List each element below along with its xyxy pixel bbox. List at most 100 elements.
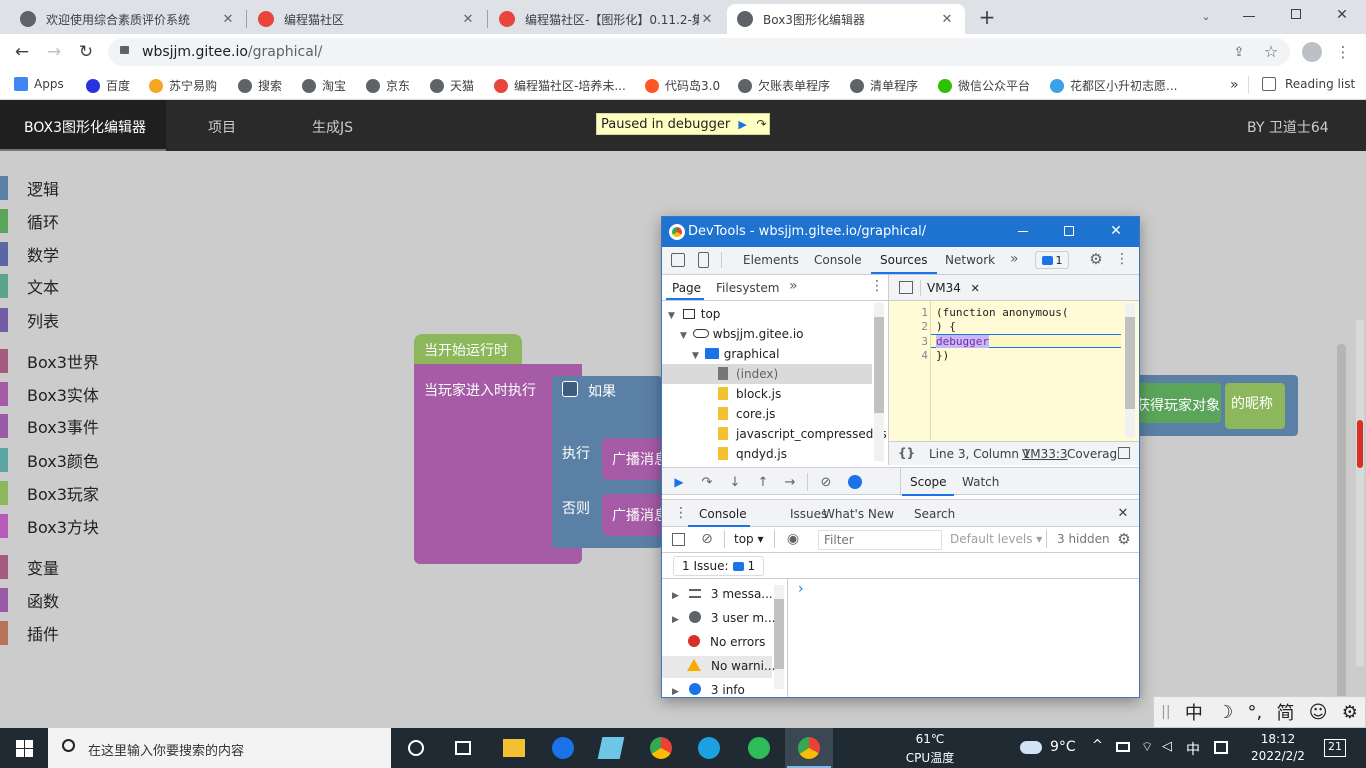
tab-watch[interactable]: Watch bbox=[962, 475, 999, 489]
tree-item-block-js[interactable]: block.js bbox=[718, 387, 781, 401]
windows-start-icon[interactable] bbox=[16, 740, 33, 757]
new-tab-button[interactable]: + bbox=[976, 5, 998, 29]
weather-cloud-icon[interactable] bbox=[1020, 741, 1042, 754]
sidebar-item-messages[interactable]: ▶ 3 messa... bbox=[672, 587, 773, 601]
app-l-icon[interactable] bbox=[552, 737, 574, 759]
share-icon[interactable]: ⇪ bbox=[1230, 43, 1248, 61]
notification-center-badge[interactable]: 21 bbox=[1324, 739, 1346, 757]
tree-item-top[interactable]: ▼ top bbox=[668, 307, 720, 321]
tab-elements[interactable]: Elements bbox=[743, 253, 799, 267]
sidebar-item-warnings[interactable]: No warni... bbox=[686, 659, 775, 673]
close-icon[interactable]: ✕ bbox=[220, 12, 236, 27]
close-icon[interactable]: ✕ bbox=[460, 12, 476, 27]
category-box3-color[interactable]: Box3颜色 bbox=[0, 448, 99, 472]
sidebar-scrollbar[interactable] bbox=[774, 585, 784, 689]
ime-simplified[interactable]: 简 bbox=[1276, 699, 1294, 725]
chrome-icon[interactable] bbox=[650, 737, 672, 759]
chrome-icon[interactable] bbox=[798, 737, 820, 759]
bookmark-huadu[interactable]: 花都区小升初志愿... bbox=[1050, 77, 1177, 94]
tree-item-core-js[interactable]: core.js bbox=[718, 407, 775, 421]
reading-list-button[interactable]: Reading list bbox=[1262, 77, 1355, 91]
chevron-up-icon[interactable]: ^ bbox=[1092, 738, 1103, 753]
bookmark-baidu[interactable]: 百度 bbox=[86, 77, 130, 94]
step-over-icon[interactable]: ↷ bbox=[754, 115, 769, 133]
address-bar[interactable]: wbsjjm.gitee.io/graphical/ ⇪ ☆ bbox=[108, 38, 1290, 66]
bookmark-taobao[interactable]: 淘宝 bbox=[302, 77, 346, 94]
nav-tab-filesystem[interactable]: Filesystem bbox=[716, 281, 779, 295]
tab-scope[interactable]: Scope bbox=[910, 475, 947, 489]
issues-counter-button[interactable]: 1 bbox=[1035, 251, 1069, 269]
category-box3-entity[interactable]: Box3实体 bbox=[0, 382, 99, 406]
get-player-block[interactable]: 获得玩家对象 bbox=[1136, 383, 1221, 423]
console-prompt[interactable]: › bbox=[798, 581, 804, 597]
sidebar-item-errors[interactable]: No errors bbox=[686, 635, 765, 649]
category-math[interactable]: 数学 bbox=[0, 242, 59, 266]
volume-icon[interactable]: ◁ bbox=[1162, 739, 1172, 754]
toggle-navigator-icon[interactable] bbox=[899, 281, 913, 294]
tree-scrollbar[interactable] bbox=[874, 303, 884, 461]
devtools-menu-icon[interactable]: ⋮ bbox=[1115, 250, 1129, 268]
ime-halfwidth-moon-icon[interactable]: ☽ bbox=[1217, 702, 1233, 723]
browser-menu-icon[interactable]: ⋮ bbox=[1336, 42, 1351, 62]
issues-button[interactable]: 1 Issue: 1 bbox=[673, 556, 765, 576]
category-text[interactable]: 文本 bbox=[0, 274, 59, 298]
browser-tab-1[interactable]: 欢迎使用综合素质评价系统 ✕ bbox=[10, 4, 246, 34]
nav-generate-js[interactable]: 生成JS bbox=[312, 117, 353, 137]
ime-indicator[interactable]: 中 bbox=[1186, 739, 1200, 759]
more-tabs-icon[interactable]: » bbox=[1010, 251, 1019, 267]
clear-console-icon[interactable]: ⊘ bbox=[699, 531, 715, 547]
more-tabs-icon[interactable]: » bbox=[789, 278, 798, 294]
file-explorer-icon[interactable] bbox=[503, 739, 525, 757]
step-over-icon[interactable]: ↷ bbox=[698, 473, 716, 491]
resume-icon[interactable]: ▶ bbox=[670, 473, 688, 491]
category-box3-world[interactable]: Box3世界 bbox=[0, 349, 99, 373]
step-into-icon[interactable]: ↓ bbox=[726, 473, 744, 491]
reload-icon[interactable]: ↻ bbox=[76, 42, 96, 62]
bookmark-jd[interactable]: 京东 bbox=[366, 77, 410, 94]
bookmark-code-island[interactable]: 代码岛3.0 bbox=[645, 77, 720, 94]
forward-icon[interactable]: → bbox=[44, 42, 64, 62]
drawer-menu-icon[interactable]: ⋮ bbox=[674, 505, 688, 521]
nav-tab-page[interactable]: Page bbox=[672, 281, 701, 295]
pretty-print-icon[interactable]: {} bbox=[898, 446, 915, 460]
bookmark-checklist[interactable]: 清单程序 bbox=[850, 77, 918, 94]
tree-item-index[interactable]: (index) bbox=[718, 367, 778, 381]
console-sidebar-toggle-icon[interactable] bbox=[672, 533, 685, 546]
bookmark-wechat[interactable]: 微信公众平台 bbox=[938, 77, 1030, 94]
workspace-vertical-scrollbar[interactable] bbox=[1337, 344, 1346, 712]
pause-on-exceptions-icon[interactable] bbox=[848, 475, 862, 489]
bookmark-suning[interactable]: 苏宁易购 bbox=[149, 77, 217, 94]
bookmarks-overflow-button[interactable]: » bbox=[1230, 77, 1239, 93]
restore-icon[interactable] bbox=[1291, 9, 1301, 19]
console-filter-input[interactable]: Filter bbox=[818, 530, 942, 550]
tree-item-folder-graphical[interactable]: ▼ graphical bbox=[692, 347, 780, 361]
tab-network[interactable]: Network bbox=[945, 253, 995, 267]
page-scrollbar-thumb[interactable] bbox=[1357, 420, 1363, 468]
app-brand[interactable]: BOX3图形化编辑器 bbox=[24, 117, 146, 137]
taskbar-search-box[interactable]: 在这里输入你要搜索的内容 bbox=[48, 728, 391, 768]
app-green-icon[interactable] bbox=[748, 737, 770, 759]
category-logic[interactable]: 逻辑 bbox=[0, 176, 59, 200]
ime-emoji-icon[interactable]: ☺ bbox=[1309, 702, 1328, 723]
nav-projects[interactable]: 项目 bbox=[208, 117, 236, 137]
code-editor[interactable]: 1234 (function anonymous() {debugger}) bbox=[889, 301, 1139, 441]
sidebar-item-info[interactable]: ▶ 3 info bbox=[672, 683, 745, 697]
step-icon[interactable]: → bbox=[781, 473, 799, 491]
tab-console[interactable]: Console bbox=[814, 253, 862, 267]
minimize-icon[interactable] bbox=[1243, 16, 1255, 17]
context-selector[interactable]: top ▾ bbox=[734, 532, 764, 546]
clock-time[interactable]: 18:12 bbox=[1240, 732, 1316, 746]
category-box3-block[interactable]: Box3方块 bbox=[0, 514, 99, 538]
close-icon[interactable]: ✕ bbox=[971, 282, 980, 295]
deactivate-breakpoints-icon[interactable]: ⊘ bbox=[817, 473, 835, 491]
page-scrollbar[interactable] bbox=[1356, 320, 1364, 666]
back-icon[interactable]: ← bbox=[12, 42, 32, 62]
minimize-icon[interactable] bbox=[1018, 231, 1028, 232]
app-crystal-icon[interactable] bbox=[597, 737, 625, 759]
wifi-icon[interactable]: ⌔ bbox=[1141, 739, 1153, 755]
ime-chinese-mode[interactable]: 中 bbox=[1185, 699, 1203, 725]
broadcast-block-2[interactable]: 广播消息 bbox=[602, 494, 668, 536]
nickname-field[interactable]: 的昵称 bbox=[1225, 383, 1285, 429]
category-functions[interactable]: 函数 bbox=[0, 588, 59, 612]
profile-avatar-icon[interactable] bbox=[1302, 42, 1322, 62]
